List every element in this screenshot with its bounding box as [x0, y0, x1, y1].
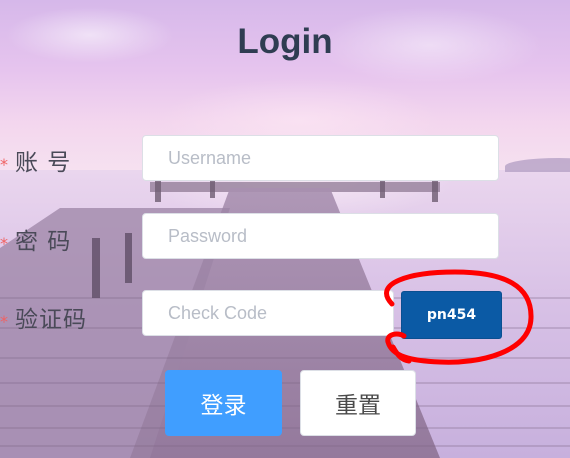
password-label-row: * 密 码 [0, 222, 71, 256]
username-input[interactable] [142, 135, 499, 181]
check-code-label: 验证码 [15, 307, 87, 333]
page-title: Login [237, 22, 333, 61]
password-label: 密 码 [15, 229, 72, 255]
login-button[interactable]: 登录 [165, 370, 282, 436]
required-mark: * [0, 234, 9, 253]
required-mark: * [0, 155, 9, 174]
username-label: 账 号 [15, 150, 72, 176]
username-label-row: * 账 号 [0, 143, 71, 177]
password-input[interactable] [142, 213, 499, 259]
check-code-image-button[interactable]: pn454 [401, 291, 502, 339]
check-code-input[interactable] [142, 290, 394, 336]
required-mark: * [0, 312, 9, 331]
reset-button[interactable]: 重置 [300, 370, 416, 436]
check-code-label-row: * 验证码 [0, 300, 87, 334]
